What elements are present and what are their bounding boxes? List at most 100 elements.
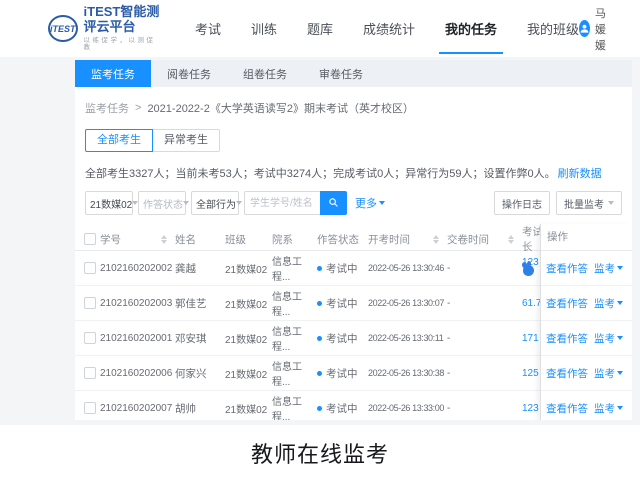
col-actions: 操作 xyxy=(541,224,632,251)
table-row: 2102160202003 郭佳艺 21数媒02 信息工程... 考试中 202… xyxy=(75,286,540,321)
invigilate-link[interactable]: 监考 xyxy=(594,261,623,276)
cell-start-time: 2022-05-26 13:33:00 xyxy=(368,403,447,413)
logo[interactable]: iTEST iTEST智能测评云平台 以练促学，以测促教 xyxy=(48,5,163,52)
search-button[interactable] xyxy=(320,191,347,215)
cell-start-time: 2022-05-26 13:30:38 xyxy=(368,368,447,378)
chevron-down-icon xyxy=(236,201,242,205)
pointer-indicator-icon xyxy=(523,265,534,276)
filter-toolbar: 21数媒02 作答状态 全部行为 xyxy=(85,191,622,215)
row-checkbox[interactable] xyxy=(84,367,96,379)
panel-body: 监考任务 > 2021-2022-2《大学英语读写2》期末考试（英才校区） 全部… xyxy=(75,100,632,420)
task-tabs: 监考任务 阅卷任务 组卷任务 审卷任务 xyxy=(75,60,632,87)
view-answers-link[interactable]: 查看作答 xyxy=(546,331,588,346)
row-actions: 查看作答 监考 xyxy=(541,356,632,391)
all-students-button[interactable]: 全部考生 xyxy=(85,129,153,152)
nav-score-stats[interactable]: 成绩统计 xyxy=(363,19,415,38)
operation-log-button[interactable]: 操作日志 xyxy=(494,191,550,215)
class-filter-value: 21数媒02 xyxy=(90,196,132,211)
tab-paper-review[interactable]: 审卷任务 xyxy=(303,60,379,87)
status-text: 考试中 xyxy=(326,261,358,276)
user-menu[interactable]: 马媛媛 xyxy=(579,5,615,53)
col-name: 姓名 xyxy=(175,232,225,247)
answer-status-select[interactable]: 作答状态 xyxy=(138,191,186,215)
row-actions: 查看作答 监考 xyxy=(541,391,632,420)
top-navbar: iTEST iTEST智能测评云平台 以练促学，以测促教 考试 训练 题库 成绩… xyxy=(0,0,640,57)
row-checkbox[interactable] xyxy=(84,332,96,344)
cell-duration: 61.7 xyxy=(522,298,540,309)
cell-name: 龚越 xyxy=(175,261,225,276)
table-row: 2102160202002 龚越 21数媒02 信息工程... 考试中 2022… xyxy=(75,251,540,286)
table-scroll-area[interactable]: 学号 姓名 班级 院系 作答状态 开考时间 xyxy=(75,224,540,420)
cell-student-id: 2102160202003 xyxy=(100,298,175,309)
more-filters-link[interactable]: 更多 xyxy=(355,195,385,211)
invigilate-label: 监考 xyxy=(594,296,615,311)
cell-duration: 125 xyxy=(522,368,540,379)
col-dept: 院系 xyxy=(272,232,317,247)
status-dot xyxy=(317,406,322,411)
nav-my-tasks[interactable]: 我的任务 xyxy=(445,19,497,38)
nav-training[interactable]: 训练 xyxy=(251,19,277,38)
cell-class: 21数媒02 xyxy=(225,261,272,276)
invigilate-link[interactable]: 监考 xyxy=(594,366,623,381)
view-answers-link[interactable]: 查看作答 xyxy=(546,366,588,381)
task-panel: 监考任务 阅卷任务 组卷任务 审卷任务 监考任务 > 2021-2022-2《大… xyxy=(75,60,632,420)
table-row: 2102160202006 何家兴 21数媒02 信息工程... 考试中 202… xyxy=(75,356,540,391)
chevron-down-icon xyxy=(617,406,623,410)
row-checkbox[interactable] xyxy=(84,402,96,414)
nav-my-classes[interactable]: 我的班级 xyxy=(527,19,579,38)
sort-icon[interactable] xyxy=(161,235,167,244)
cell-name: 何家兴 xyxy=(175,366,225,381)
cell-dept: 信息工程... xyxy=(272,393,317,420)
student-view-toggle: 全部考生 异常考生 xyxy=(85,129,220,152)
tab-grading[interactable]: 阅卷任务 xyxy=(151,60,227,87)
tab-invigilation[interactable]: 监考任务 xyxy=(75,60,151,87)
refresh-data-link[interactable]: 刷新数据 xyxy=(558,168,602,180)
cell-dept: 信息工程... xyxy=(272,253,317,283)
nav-exam[interactable]: 考试 xyxy=(195,19,221,38)
status-text: 考试中 xyxy=(326,401,358,416)
cell-submit-time: - xyxy=(447,263,522,274)
cell-name: 邓安琪 xyxy=(175,331,225,346)
row-checkbox[interactable] xyxy=(84,262,96,274)
invigilate-link[interactable]: 监考 xyxy=(594,401,623,416)
breadcrumb-root[interactable]: 监考任务 xyxy=(85,100,129,116)
sort-icon[interactable] xyxy=(508,235,514,244)
app-window: iTEST iTEST智能测评云平台 以练促学，以测促教 考试 训练 题库 成绩… xyxy=(0,0,640,425)
cell-submit-time: - xyxy=(447,368,522,379)
col-submit-time: 交卷时间 xyxy=(447,232,489,247)
class-filter-select[interactable]: 21数媒02 xyxy=(85,191,133,215)
content-area: 监考任务 阅卷任务 组卷任务 审卷任务 监考任务 > 2021-2022-2《大… xyxy=(0,57,640,425)
status-dot xyxy=(317,266,322,271)
cell-start-time: 2022-05-26 13:30:07 xyxy=(368,298,447,308)
itest-logo-icon: iTEST xyxy=(48,15,78,42)
sort-icon[interactable] xyxy=(433,235,439,244)
tab-paper-assembly[interactable]: 组卷任务 xyxy=(227,60,303,87)
nav-question-bank[interactable]: 题库 xyxy=(307,19,333,38)
student-search xyxy=(244,191,347,215)
behavior-filter-value: 全部行为 xyxy=(196,196,236,211)
invigilate-link[interactable]: 监考 xyxy=(594,331,623,346)
batch-invigilate-button[interactable]: 批量监考 xyxy=(556,191,622,215)
abnormal-students-button[interactable]: 异常考生 xyxy=(152,129,220,152)
cell-submit-time: - xyxy=(447,403,522,414)
chevron-down-icon xyxy=(379,201,385,205)
col-duration: 考试时长 xyxy=(522,224,540,254)
cell-student-id: 2102160202007 xyxy=(100,403,175,414)
chevron-down-icon xyxy=(617,266,623,270)
row-checkbox[interactable] xyxy=(84,297,96,309)
status-dot xyxy=(317,371,322,376)
invigilate-link[interactable]: 监考 xyxy=(594,296,623,311)
view-answers-link[interactable]: 查看作答 xyxy=(546,261,588,276)
col-status: 作答状态 xyxy=(317,232,368,247)
more-filters-label: 更多 xyxy=(355,195,377,211)
cell-dept: 信息工程... xyxy=(272,288,317,318)
behavior-filter-select[interactable]: 全部行为 xyxy=(191,191,239,215)
cell-duration: 123 xyxy=(522,403,540,414)
view-answers-link[interactable]: 查看作答 xyxy=(546,296,588,311)
table-row: 2102160202007 胡帅 21数媒02 信息工程... 考试中 2022… xyxy=(75,391,540,420)
actions-fixed-column: 操作 查看作答 监考 查看作答 监考 查看作答 监考 xyxy=(540,224,632,420)
view-answers-link[interactable]: 查看作答 xyxy=(546,401,588,416)
search-input[interactable] xyxy=(244,191,320,215)
table-header-row: 学号 姓名 班级 院系 作答状态 开考时间 xyxy=(75,224,540,251)
select-all-checkbox[interactable] xyxy=(84,233,96,245)
